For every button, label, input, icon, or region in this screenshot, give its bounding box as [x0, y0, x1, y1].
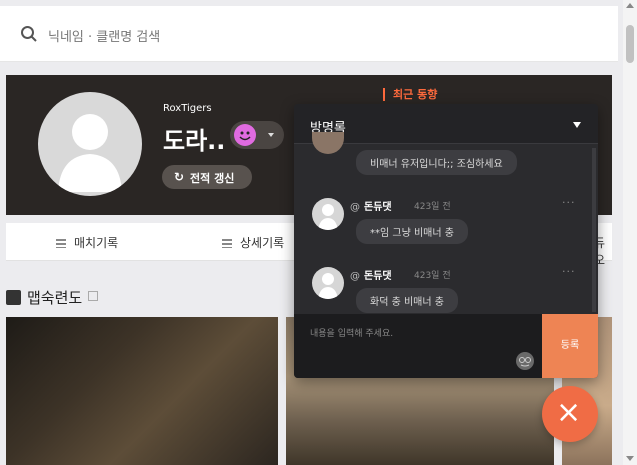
- user-silhouette-icon: [318, 204, 338, 230]
- more-options-icon[interactable]: ···: [562, 265, 576, 278]
- refresh-stats-button[interactable]: ↻ 전적 갱신: [162, 165, 252, 189]
- avatar: [312, 267, 344, 299]
- player-name: 도라..: [163, 127, 226, 155]
- search-bar[interactable]: 닉네임 · 클랜명 검색: [0, 6, 618, 62]
- guestbook-message: **임 그냥 비매너 충: [356, 219, 468, 244]
- scroll-up-arrow-icon[interactable]: [626, 3, 634, 8]
- avatar: [38, 92, 142, 196]
- chevron-down-icon[interactable]: [573, 122, 581, 128]
- guestbook-time: 423일 전: [414, 202, 451, 212]
- bar-chart-icon: [222, 239, 232, 248]
- search-input[interactable]: 닉네임 · 클랜명 검색: [48, 26, 160, 45]
- search-icon: [21, 26, 37, 42]
- avatar: [312, 132, 344, 154]
- more-options-icon[interactable]: ···: [562, 196, 576, 209]
- guestbook-message: 화덕 충 비매너 충: [356, 288, 458, 313]
- map-card[interactable]: [6, 317, 278, 465]
- smile-emoji-icon: [234, 124, 256, 146]
- guestbook-panel: 방명록 비매너 유저입니다;; 조심하세요 @ 돈듀댓 423일 전 ··· **…: [294, 104, 598, 378]
- guestbook-time: 423일 전: [414, 271, 451, 281]
- close-icon: ×: [556, 395, 582, 430]
- page-scrollbar[interactable]: [623, 0, 637, 465]
- list-icon: [56, 239, 66, 248]
- tab-match-history[interactable]: 매치기록: [56, 234, 118, 251]
- guestbook-message: 비매너 유저입니다;; 조심하세요: [356, 150, 517, 175]
- submit-button[interactable]: 등록: [542, 314, 598, 378]
- close-floating-button[interactable]: ×: [542, 386, 598, 442]
- refresh-label: 전적 갱신: [190, 172, 235, 185]
- guestbook-scrollbar[interactable]: [592, 148, 596, 312]
- tab-detailed-stats[interactable]: 상세기록: [222, 234, 284, 251]
- emoji-icon[interactable]: [516, 352, 534, 370]
- info-icon[interactable]: [88, 291, 99, 301]
- scroll-thumb[interactable]: [626, 25, 634, 63]
- guestbook-author[interactable]: @ 돈듀댓: [350, 267, 392, 282]
- user-silhouette-icon: [58, 114, 122, 192]
- scroll-down-arrow-icon[interactable]: [626, 456, 634, 461]
- team-name: RoxTigers: [163, 103, 212, 114]
- refresh-icon: ↻: [174, 170, 185, 184]
- chevron-down-icon: [268, 133, 274, 137]
- guestbook-input[interactable]: 내용을 입력해 주세요.: [294, 314, 542, 378]
- recent-activity-label: 최근 동향: [383, 88, 437, 101]
- guestbook-input-placeholder: 내용을 입력해 주세요.: [310, 329, 394, 339]
- map-proficiency-title: 맵숙련도: [6, 287, 99, 308]
- emoji-selector[interactable]: [230, 121, 284, 149]
- map-icon: [6, 290, 21, 305]
- avatar: [312, 198, 344, 230]
- guestbook-author[interactable]: @ 돈듀댓: [350, 198, 392, 213]
- user-silhouette-icon: [318, 273, 338, 299]
